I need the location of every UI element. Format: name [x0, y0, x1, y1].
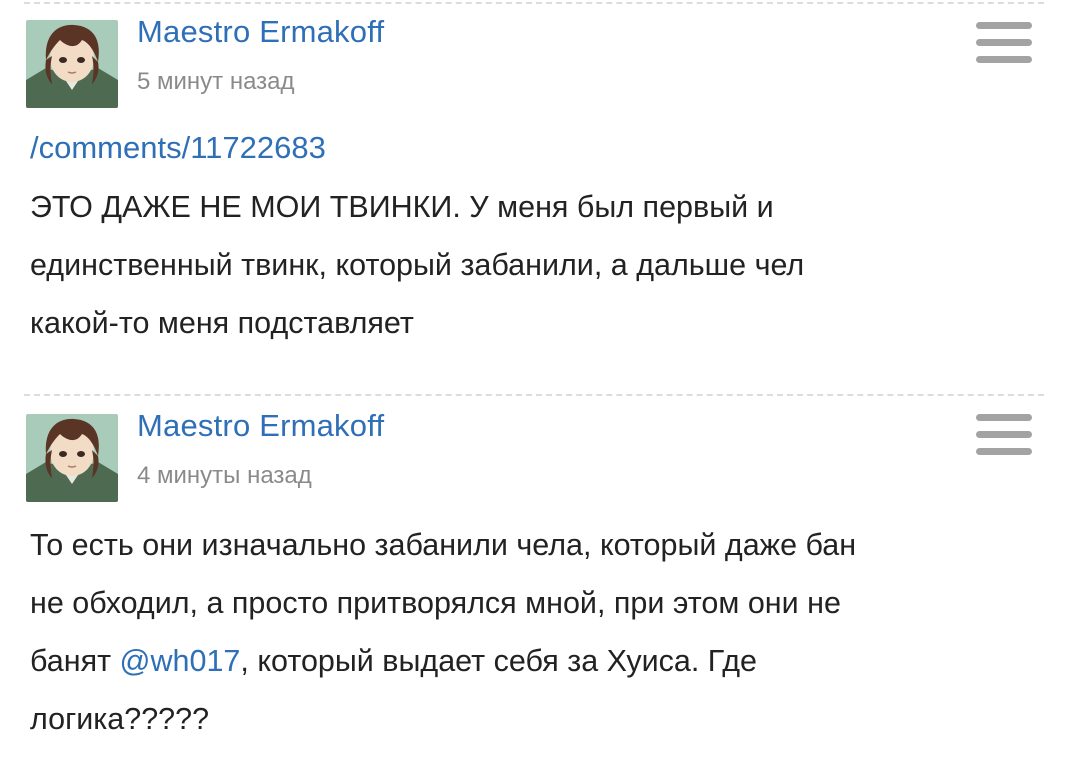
hamburger-menu-icon: [976, 414, 1032, 421]
comment-divider: [24, 2, 1044, 4]
comment-text-line: какой-то меня подставляет: [30, 306, 414, 340]
comment-timestamp: 4 минуты назад: [137, 462, 312, 489]
comment-link[interactable]: /comments/11722683: [30, 130, 326, 166]
comment-menu-button[interactable]: [974, 414, 1034, 458]
comment-text-line: не обходил, а просто притворялся мной, п…: [30, 586, 841, 620]
comment-text-line: ЭТО ДАЖЕ НЕ МОИ ТВИНКИ. У меня был первы…: [30, 190, 774, 224]
avatar-image: [26, 20, 118, 108]
comment-text: ЭТО ДАЖЕ НЕ МОИ ТВИНКИ. У меня был первы…: [30, 178, 1030, 352]
avatar[interactable]: [26, 20, 118, 108]
comment-text-fragment: банят: [30, 644, 120, 678]
hamburger-menu-icon: [976, 39, 1032, 46]
comment-menu-button[interactable]: [974, 22, 1034, 66]
comment-timestamp: 5 минут назад: [137, 68, 295, 95]
comment-text-line: единственный твинк, который забанили, а …: [30, 248, 805, 282]
avatar-image: [26, 414, 118, 502]
comment-divider: [24, 394, 1044, 396]
hamburger-menu-icon: [976, 22, 1032, 29]
user-mention-link[interactable]: @wh017: [120, 644, 241, 678]
comment-text-line: То есть они изначально забанили чела, ко…: [30, 528, 857, 562]
hamburger-menu-icon: [976, 431, 1032, 438]
comment-text-line: банят @wh017, который выдает себя за Хуи…: [30, 632, 1030, 690]
hamburger-menu-icon: [976, 448, 1032, 455]
comment-text-fragment: , который выдает себя за Хуиса. Где: [240, 644, 758, 678]
comment-author[interactable]: Maestro Ermakoff: [137, 408, 384, 444]
comment-text-line: логика?????: [30, 702, 210, 736]
comment-text: То есть они изначально забанили чела, ко…: [30, 516, 1030, 748]
avatar[interactable]: [26, 414, 118, 502]
hamburger-menu-icon: [976, 56, 1032, 63]
comment-author[interactable]: Maestro Ermakoff: [137, 14, 384, 50]
